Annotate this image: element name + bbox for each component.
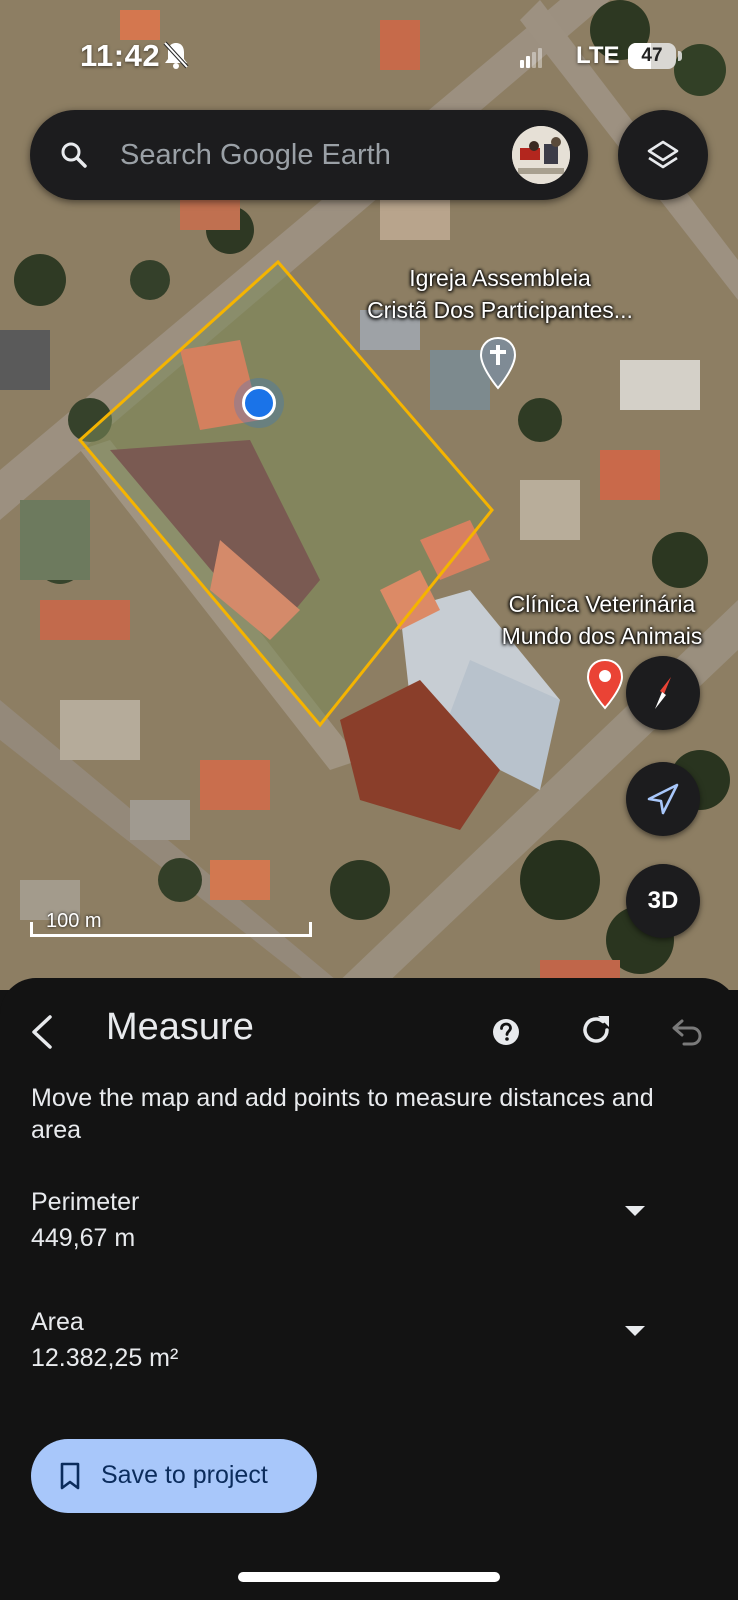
search-icon [61, 142, 87, 168]
bookmark-icon [60, 1462, 80, 1490]
home-indicator[interactable] [238, 1572, 500, 1582]
3d-toggle-button[interactable]: 3D [626, 864, 700, 938]
clinic-label-line1: Clínica Veterinária [508, 591, 696, 617]
search-bar[interactable] [30, 110, 588, 200]
save-to-project-button[interactable]: Save to project [31, 1439, 317, 1513]
clinic-label[interactable]: Clínica Veterinária Mundo dos Animais [478, 588, 726, 652]
measure-panel: Measure Move the map and add points to m… [0, 978, 738, 1600]
perimeter-label: Perimeter [31, 1188, 140, 1216]
panel-title: Measure [106, 1006, 254, 1048]
compass-icon [655, 677, 671, 709]
back-arrow-icon [32, 1015, 52, 1049]
scale-line [30, 934, 312, 937]
refresh-icon[interactable] [576, 1010, 616, 1050]
avatar[interactable] [512, 126, 570, 184]
layers-button[interactable] [618, 110, 708, 200]
undo-icon[interactable] [664, 1012, 704, 1052]
layers-icon [647, 140, 679, 169]
scale-label: 100 m [46, 910, 102, 932]
help-icon[interactable] [488, 1014, 524, 1050]
battery-tip [678, 51, 682, 61]
cross-icon[interactable] [478, 336, 518, 390]
current-location-dot [242, 386, 276, 420]
area-value: 12.382,25 m² [31, 1344, 179, 1372]
scale-tick-right [309, 922, 312, 936]
bell-off-icon [163, 41, 189, 69]
battery-level: 47 [641, 45, 663, 66]
network-type: LTE [576, 42, 620, 69]
area-label: Area [31, 1308, 84, 1336]
back-button[interactable] [18, 996, 66, 1060]
satellite-map[interactable]: 11:42 LTE 47 Search Google Earth Igreja … [0, 0, 738, 990]
chevron-down-icon[interactable] [623, 1324, 647, 1338]
perimeter-value: 449,67 m [31, 1224, 136, 1252]
compass-button[interactable] [626, 656, 700, 730]
status-bar: 11:42 LTE 47 [0, 30, 738, 80]
map-pin-icon[interactable] [586, 658, 624, 710]
perimeter-row[interactable]: Perimeter 449,67 m [31, 1188, 691, 1268]
navigation-arrow-icon [647, 783, 679, 815]
instructions-text: Move the map and add points to measure d… [31, 1084, 654, 1144]
church-label[interactable]: Igreja Assembleia Cristã Dos Participant… [340, 262, 660, 326]
signal-icon [520, 48, 542, 68]
area-row[interactable]: Area 12.382,25 m² [31, 1308, 691, 1388]
battery-indicator: 47 [628, 43, 676, 69]
clinic-label-line2: Mundo dos Animais [501, 623, 703, 649]
status-time: 11:42 [80, 38, 161, 73]
church-label-line2: Cristã Dos Participantes... [367, 297, 633, 323]
scale-bar: 100 m [30, 910, 312, 937]
search-input[interactable] [120, 132, 500, 178]
church-label-line1: Igreja Assembleia [409, 265, 591, 291]
chevron-down-icon[interactable] [623, 1204, 647, 1218]
my-location-button[interactable] [626, 762, 700, 836]
avatar-image [512, 126, 570, 184]
save-button-label: Save to project [101, 1461, 268, 1489]
